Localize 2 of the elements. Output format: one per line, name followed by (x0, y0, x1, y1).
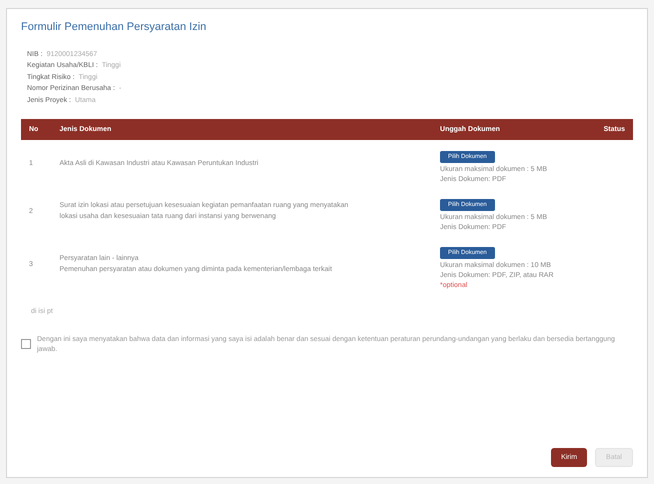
form-title: Formulir Pemenuhan Persyaratan Izin (21, 21, 208, 33)
agreement-checkbox[interactable] (21, 338, 31, 349)
